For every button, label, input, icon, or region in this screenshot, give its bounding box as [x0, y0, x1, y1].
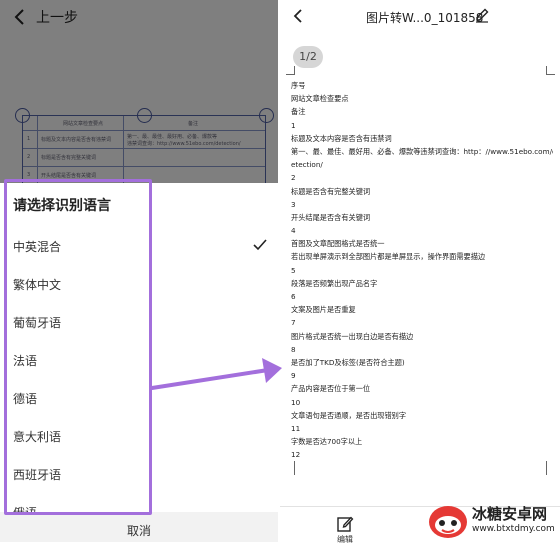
back-arrow-icon[interactable] — [291, 8, 305, 24]
text-line: 是否加了TKD及标签(是否符合主题) — [291, 357, 405, 367]
text-line: 2 — [291, 173, 296, 183]
site-watermark: 冰糖安卓网 www.btxtdmy.com — [428, 500, 560, 542]
text-line: 5 — [291, 265, 296, 275]
text-line: 开头结尾是否含有关键词 — [291, 212, 371, 222]
text-line: 标题是否含有完整关键词 — [291, 186, 371, 196]
text-line: 序号 — [291, 81, 306, 90]
left-phone-screen: 网站文章检查要点 备注 1 标题及文本内容是否含有违禁词 第一、最、最佳、最好用… — [0, 0, 278, 542]
highlight-annotation — [4, 179, 152, 515]
text-line: 6 — [291, 292, 296, 301]
edit-pen-icon[interactable] — [474, 7, 490, 23]
text-line: 第一、最、最佳、最好用、必备、爆款等违禁词查询：http：//www.51ebo… — [291, 146, 553, 156]
text-line: 4 — [291, 226, 296, 236]
text-line: 3 — [291, 199, 296, 209]
text-line: 1 — [291, 120, 296, 130]
page-corner-mark — [546, 66, 555, 75]
text-line: 标题及文本内容是否含有违禁词 — [291, 133, 392, 143]
text-line: 字数是否达700字以上 — [291, 437, 363, 447]
right-header: 图片转W...0_101858 — [280, 0, 560, 34]
text-line: 若出现单屏演示到全部图片都是单屏显示，操作界面需要描边 — [291, 252, 486, 262]
text-line: 11 — [291, 423, 301, 433]
page-corner-mark — [286, 461, 295, 475]
document-title: 图片转W...0_101858 — [366, 11, 484, 25]
page-corner-mark — [286, 66, 295, 75]
watermark-name: 冰糖安卓网 — [472, 505, 548, 523]
cancel-button[interactable]: 取消 — [0, 512, 278, 542]
text-line: 首图及文章配图格式是否统一 — [291, 239, 385, 249]
edit-icon — [337, 516, 354, 532]
text-line: etection/ — [291, 160, 323, 170]
text-line: 段落是否频繁出现产品名字 — [291, 278, 378, 288]
page-indicator-badge: 1/2 — [293, 46, 323, 68]
text-line: 图片格式是否统一出现白边是否有描边 — [291, 331, 414, 341]
watermark-url: www.btxtdmy.com — [472, 524, 555, 534]
edit-tab-label: 编辑 — [337, 535, 353, 544]
text-line: 产品内容是否位于第一位 — [291, 384, 371, 394]
page-corner-mark — [546, 461, 555, 475]
checkmark-icon — [253, 239, 267, 251]
recognized-text: 序号网站文章检查要点 备注 1 标题及文本内容是否含有违禁词第一、最、最佳、最好用、必… — [291, 79, 553, 461]
text-line: 文章语句是否通顺，是否出现错别字 — [291, 410, 407, 420]
watermark-logo-icon — [429, 506, 467, 538]
text-line: 12 — [291, 450, 301, 460]
text-line: 10 — [291, 397, 301, 407]
edit-tab-button[interactable]: 编辑 — [325, 513, 365, 544]
text-line: 7 — [291, 318, 296, 328]
text-line: 网站文章检查要点 — [291, 94, 349, 104]
text-line: 文案及图片是否重复 — [291, 305, 356, 315]
cancel-bar: 取消 — [0, 512, 278, 542]
text-line: 备注 — [291, 107, 306, 117]
text-line: 8 — [291, 344, 296, 354]
text-line: 9 — [291, 371, 296, 381]
